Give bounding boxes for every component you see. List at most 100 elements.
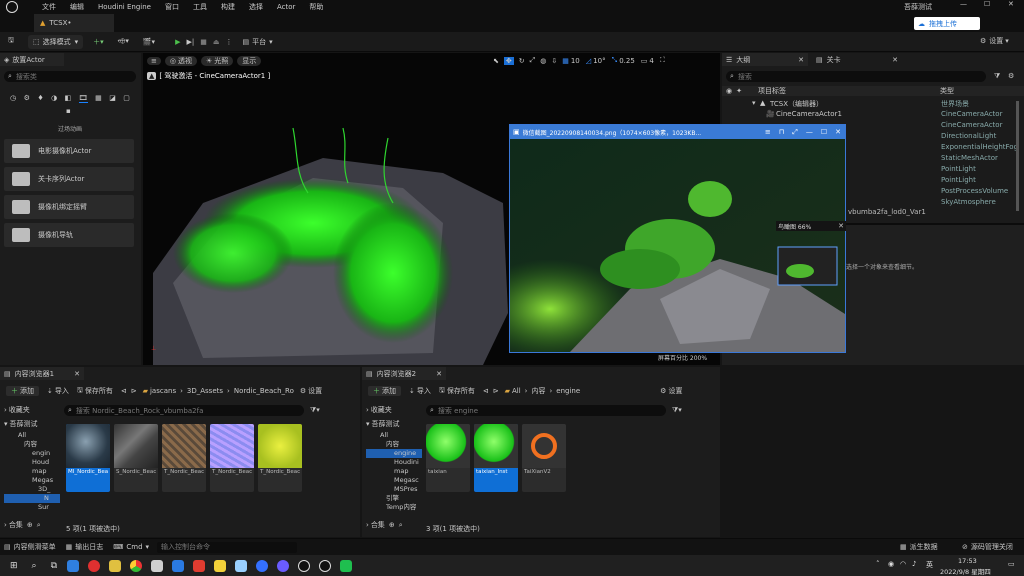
pin-icon[interactable]: ⊓: [779, 128, 784, 136]
app-icon-9[interactable]: [235, 559, 248, 572]
all-classes-icon[interactable]: ◪: [109, 94, 116, 102]
tree-item[interactable]: Sur: [4, 503, 60, 512]
tree-item[interactable]: map: [4, 467, 60, 476]
level-tab[interactable]: ▲ TCSX•: [34, 14, 114, 32]
tree-item[interactable]: N: [4, 494, 60, 503]
lighting-button[interactable]: ☀ 光照: [200, 56, 234, 66]
cinematic-icon[interactable]: 🎞: [78, 94, 88, 103]
filter-icon[interactable]: ⧩: [994, 72, 1000, 81]
outliner-search-input[interactable]: ⌕ 搜索: [726, 71, 986, 82]
import-icon[interactable]: ⇣: [409, 387, 415, 395]
filter-icon[interactable]: ⧩▾: [672, 406, 682, 415]
tree-item[interactable]: engine: [366, 449, 422, 458]
tree-item[interactable]: 内容: [366, 440, 422, 449]
scale-tool-icon[interactable]: ⤢: [530, 56, 536, 65]
cloud-upload-button[interactable]: ☁ 拖拽上传: [914, 17, 980, 30]
tree-item[interactable]: MSPres: [366, 485, 422, 494]
cb1-add-button[interactable]: ＋ 添加: [6, 386, 39, 396]
cb2-path-1[interactable]: 内容: [531, 386, 545, 396]
close-icon[interactable]: ✕: [74, 370, 80, 378]
maximize-viewport-icon[interactable]: ⛶: [660, 56, 665, 65]
save-icon[interactable]: 🖫: [77, 386, 83, 397]
actor-search-input[interactable]: ⌕ 搜索类: [4, 71, 136, 82]
stop-button[interactable]: ■: [200, 38, 207, 46]
forward-icon[interactable]: ⊳: [493, 387, 499, 395]
asset-tile[interactable]: T_Nordic_Beach_Rock_vbumba2fa: [258, 424, 302, 492]
save-icon[interactable]: 🖫: [439, 386, 445, 397]
search-icon[interactable]: ⌕: [32, 561, 37, 571]
cb2-settings[interactable]: 设置: [668, 386, 682, 396]
maximize-icon[interactable]: ☐: [821, 128, 827, 136]
minimize-button[interactable]: —: [960, 0, 967, 8]
actor-item-rail[interactable]: 摄像机导轨: [4, 223, 134, 247]
cb1-import[interactable]: 导入: [55, 386, 69, 396]
app-icon-2[interactable]: [88, 559, 101, 572]
play-button[interactable]: ▶: [175, 38, 180, 46]
cb2-path-0[interactable]: All: [512, 387, 521, 395]
wechat-icon[interactable]: [340, 559, 353, 572]
tree-item[interactable]: map: [366, 467, 422, 476]
app-icon-3[interactable]: [109, 559, 122, 572]
derived-data-button[interactable]: ▦ 派生数据: [900, 542, 938, 552]
menu-help[interactable]: 帮助: [309, 2, 323, 12]
unreal-logo-icon[interactable]: [6, 1, 18, 13]
menu-actor[interactable]: Actor: [277, 3, 295, 11]
tree-item[interactable]: 内容: [4, 440, 60, 449]
asset-tile[interactable]: taixian: [426, 424, 470, 492]
select-mode-dropdown[interactable]: ⬚ 选择模式 ▾: [27, 34, 84, 49]
asset-tile[interactable]: TaiXianV2: [522, 424, 566, 492]
pin-icon[interactable]: ✦: [736, 87, 742, 95]
back-icon[interactable]: ⊲: [483, 387, 489, 395]
tree-item[interactable]: All: [4, 431, 60, 440]
actor-item-level-sequence[interactable]: 关卡序列Actor: [4, 167, 134, 191]
show-button[interactable]: 显示: [237, 56, 262, 66]
cinematics-icon[interactable]: 🎬▾: [143, 38, 155, 46]
close-icon[interactable]: ✕: [838, 222, 844, 230]
menu-houdini[interactable]: Houdini Engine: [98, 3, 151, 11]
add-icon[interactable]: ⊕: [27, 521, 33, 529]
add-icon[interactable]: ⊕: [389, 521, 395, 529]
grid-snap-value[interactable]: 10: [571, 57, 580, 65]
lights-icon[interactable]: ♦: [37, 94, 43, 102]
cb1-path-0[interactable]: jascans: [150, 387, 176, 395]
image-viewer-window[interactable]: ▣ 微信截图_20220908140034.png（1074×603像素，102…: [509, 124, 846, 362]
cb1-path-2[interactable]: Nordic_Beach_Ro: [234, 387, 294, 395]
visibility-icon[interactable]: ◉: [726, 87, 732, 95]
cb2-tab[interactable]: ▤ 内容浏览器2 ✕: [362, 367, 446, 380]
eject-button[interactable]: ⏏: [213, 38, 220, 46]
minimize-icon[interactable]: —: [806, 128, 813, 136]
outliner-row[interactable]: 🎥 CineCameraActor1 CineCameraActor: [722, 110, 1024, 120]
outliner-row-root[interactable]: ▾ ▲ TCSX（编辑器） 世界场景: [722, 99, 1024, 109]
menu-tools[interactable]: 工具: [193, 2, 207, 12]
place-actors-tab[interactable]: ◈ 放置Actor: [0, 53, 64, 66]
select-tool-icon[interactable]: ⬉: [493, 57, 499, 65]
wps-icon[interactable]: [193, 559, 206, 572]
clock-date[interactable]: 2022/9/8 星期四: [940, 566, 991, 576]
windows-start-icon[interactable]: ⊞: [10, 561, 18, 571]
cb2-add-button[interactable]: ＋ 添加: [368, 386, 401, 396]
tree-item[interactable]: All: [366, 431, 422, 440]
actor-item-crane[interactable]: 摄像机绑定摇臂: [4, 195, 134, 219]
menu-edit[interactable]: 编辑: [70, 2, 84, 12]
unreal-icon[interactable]: [298, 559, 311, 572]
cb2-project[interactable]: ▾ 吾薛测试: [366, 419, 422, 429]
app-icon-11[interactable]: [277, 559, 290, 572]
cb2-favorites[interactable]: › 收藏夹: [366, 405, 422, 415]
cb2-search-input[interactable]: ⌕ 搜索 engine: [426, 405, 666, 416]
menu-file[interactable]: 文件: [42, 2, 56, 12]
back-icon[interactable]: ⊲: [121, 387, 127, 395]
move-tool-icon[interactable]: ✥: [503, 56, 514, 65]
menu-build[interactable]: 构建: [221, 2, 235, 12]
effects-icon[interactable]: ◧: [65, 94, 72, 102]
play-options-icon[interactable]: ▶|: [186, 38, 194, 46]
actor-item-cine-camera[interactable]: 电影摄像机Actor: [4, 139, 134, 163]
cb1-search-input[interactable]: ⌕ 搜索 Nordic_Beach_Rock_vbumba2fa: [64, 405, 304, 416]
app-icon-6[interactable]: [172, 559, 185, 572]
cb1-save-all[interactable]: 保存所有: [85, 386, 113, 396]
menu-select[interactable]: 选择: [249, 2, 263, 12]
clock-time[interactable]: 17:53: [958, 557, 977, 565]
tree-item[interactable]: Houdini: [366, 458, 422, 467]
unreal-icon-2[interactable]: [319, 559, 332, 572]
close-icon[interactable]: ✕: [892, 56, 898, 64]
outliner-tab[interactable]: ☰ 大纲 ✕: [722, 53, 808, 66]
